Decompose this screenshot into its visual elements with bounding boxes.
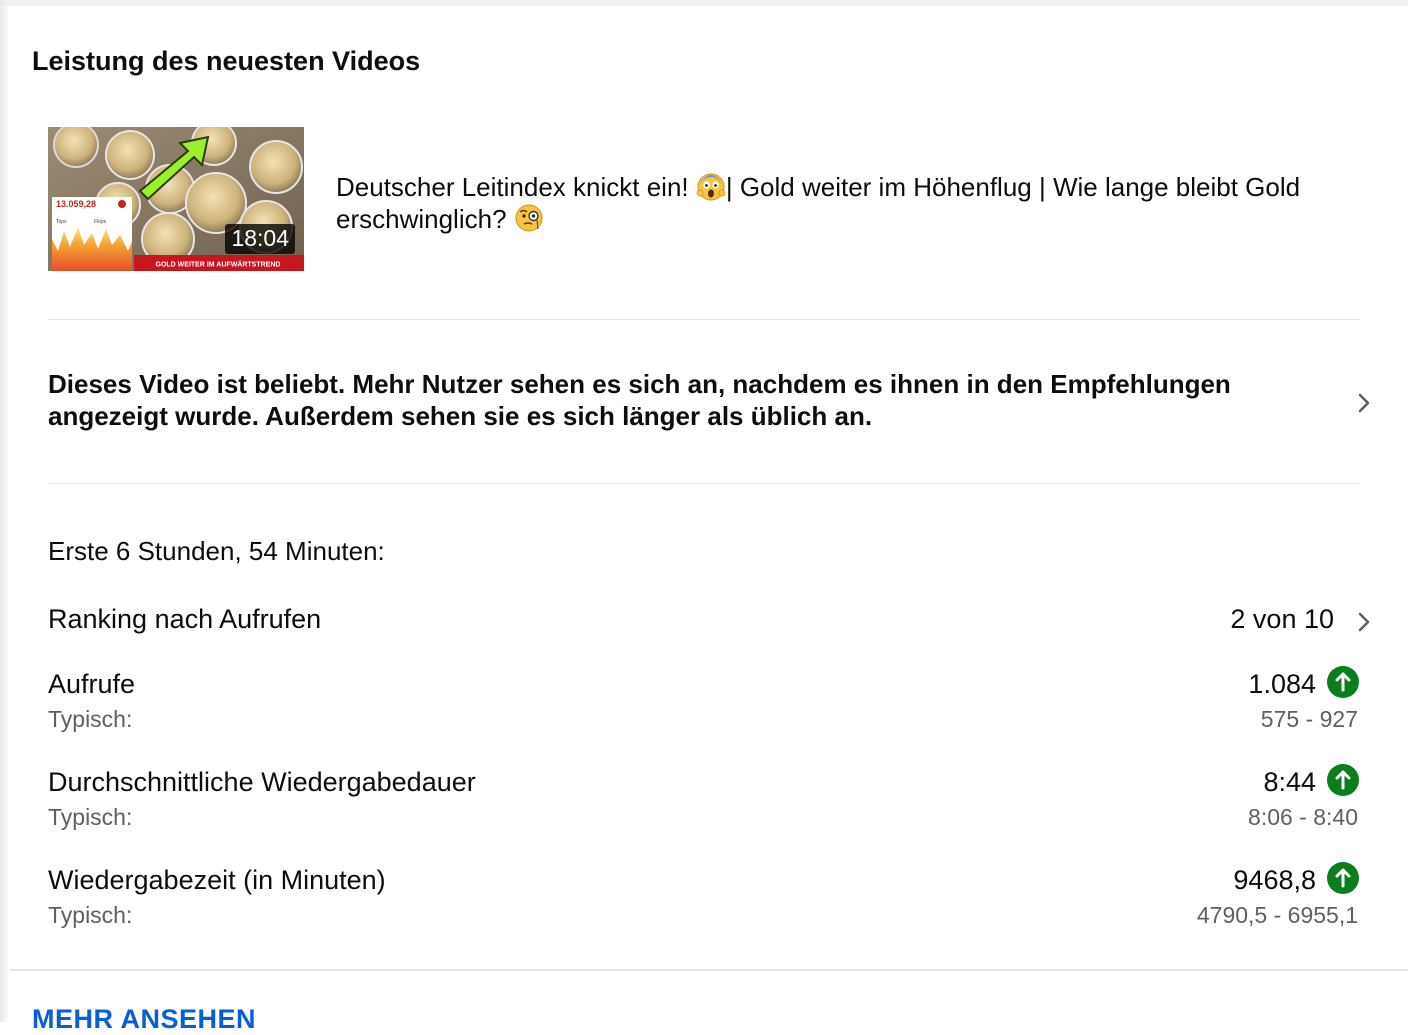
face-screaming-in-fear-emoji-icon (696, 173, 726, 201)
thumbnail-label-right: Flops (94, 219, 107, 225)
metric-typical-range: 4790,5 - 6955,1 (1196, 902, 1358, 928)
metric-typical-label: Typisch: (48, 804, 133, 830)
metric-typical-label: Typisch: (48, 902, 133, 928)
chevron-right-icon[interactable] (1356, 391, 1372, 415)
divider (48, 319, 1360, 320)
metric-value: 8:44 (1263, 767, 1316, 797)
video-title-part1: Deutscher Leitindex knickt ein! (336, 172, 696, 202)
trend-up-icon (1327, 862, 1359, 894)
trend-up-icon (1327, 666, 1359, 698)
footer-divider (10, 969, 1408, 971)
video-duration-badge: 18:04 (225, 224, 295, 254)
ranking-value: 2 von 10 (1230, 604, 1334, 634)
thumbnail-label-left: Tops (56, 219, 67, 225)
metric-label: Durchschnittliche Wiedergabedauer (48, 767, 476, 797)
period-label: Erste 6 Stunden, 54 Minuten: (48, 536, 385, 566)
metric-typical-range: 575 - 927 (1260, 706, 1358, 732)
insight-message[interactable]: Dieses Video ist beliebt. Mehr Nutzer se… (48, 368, 1318, 438)
thumbnail-index-value: 13.059,28 (56, 199, 96, 209)
latest-video-performance-card: Leistung des neuesten Videos 13.059,28 T… (10, 6, 1408, 1034)
metric-label: Wiedergabezeit (in Minuten) (48, 865, 386, 895)
metric-typical-range: 8:06 - 8:40 (1248, 804, 1358, 830)
metric-label: Aufrufe (48, 669, 136, 699)
left-shadow (0, 0, 10, 1022)
card-title: Leistung des neuesten Videos (32, 46, 421, 76)
metric-value: 9468,8 (1233, 865, 1316, 895)
metric-value: 1.084 (1248, 669, 1316, 699)
ranking-row[interactable]: Ranking nach Aufrufen 2 von 10 (48, 600, 1378, 646)
video-thumbnail[interactable]: 13.059,28 Tops Flops GOLD WEITER IM AUFW… (48, 127, 304, 271)
face-with-monocle-emoji-icon (515, 204, 543, 232)
divider (48, 483, 1360, 484)
metric-typical-label: Typisch: (48, 706, 133, 732)
see-more-link[interactable]: MEHR ANSEHEN (32, 1004, 256, 1035)
video-title[interactable]: Deutscher Leitindex knickt ein! | Gold w… (336, 171, 1386, 235)
thumbnail-banner: GOLD WEITER IM AUFWÄRTSTREND (156, 261, 281, 269)
chevron-right-icon[interactable] (1356, 610, 1372, 634)
trend-up-icon (1327, 764, 1359, 796)
ranking-label: Ranking nach Aufrufen (48, 604, 322, 634)
